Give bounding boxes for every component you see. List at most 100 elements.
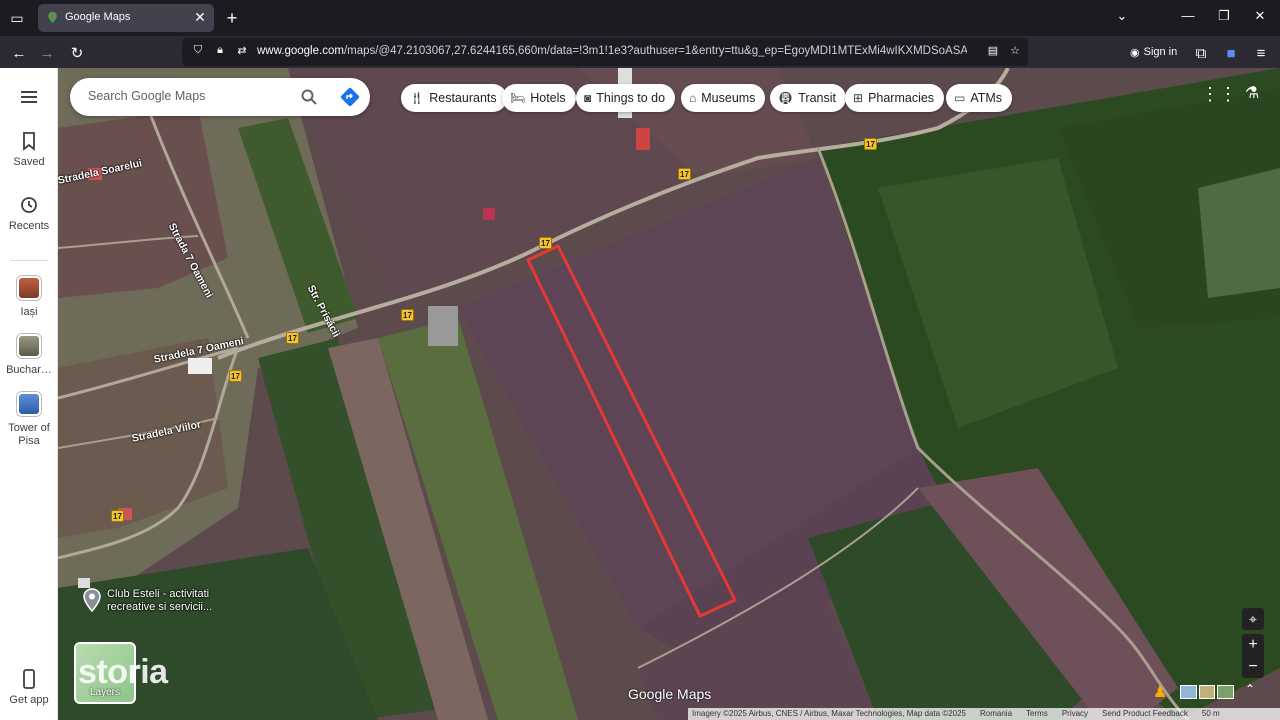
restaurant-icon: 🍴︎ [409, 91, 425, 105]
route-shield: 17 [864, 138, 877, 150]
hamburger-icon [21, 91, 37, 103]
transit-icon: 🚇︎ [778, 91, 794, 105]
sign-in-button[interactable]: ◉ Sign in [1124, 39, 1184, 65]
close-tab-icon[interactable]: ✕ [192, 9, 208, 27]
place-thumbnail [17, 392, 41, 416]
scale-label[interactable]: 50 m [1202, 708, 1220, 720]
sign-in-label: Sign in [1143, 46, 1178, 58]
zoom-out-button[interactable]: − [1242, 656, 1264, 678]
menu-button[interactable] [0, 86, 58, 112]
my-location-icon[interactable]: ⌖ [1242, 608, 1264, 630]
place-thumbnail [17, 276, 41, 300]
feedback-link[interactable]: Send Product Feedback [1102, 708, 1188, 720]
chip-label: Transit [798, 91, 836, 105]
get-app-button[interactable]: Get app [0, 668, 58, 706]
url-text[interactable]: www.google.com/maps/@47.2103067,27.62441… [257, 45, 967, 57]
close-window-icon[interactable]: ✕ [1250, 8, 1270, 28]
satellite-map[interactable]: 17 17 17 17 17 17 17 Stradela Soarelui S… [58, 68, 1280, 720]
attribution-bar: Imagery ©2025 Airbus, CNES / Airbus, Max… [688, 708, 1280, 720]
recent-place-label: Tower of Pisa [8, 422, 50, 447]
layer-thumb[interactable] [1198, 685, 1216, 699]
chip-pharmacies[interactable]: ⊞ Pharmacies [845, 84, 945, 112]
zoom-in-button[interactable]: + [1242, 634, 1264, 656]
chip-transit[interactable]: 🚇︎ Transit [770, 84, 846, 112]
tab-title: Google Maps [65, 11, 131, 23]
terms-link[interactable]: Terms [1026, 708, 1048, 720]
app-menu-icon[interactable]: ≡ [1250, 42, 1272, 64]
url-bar[interactable]: ⛉ 🔒︎ ⇄ www.google.com/maps/@47.2103067,2… [182, 38, 1028, 66]
shield-icon[interactable]: ⛉ [191, 44, 205, 60]
saved-label: Saved [13, 156, 45, 168]
country-link[interactable]: Romania [980, 708, 1012, 720]
route-shield: 17 [111, 510, 124, 522]
maps-sidebar: Saved Recents Iași Buchar… Tower of Pisa… [0, 68, 58, 720]
chip-label: ATMs [970, 91, 1003, 105]
navigation-bar: ← → ↻ ⛉ 🔒︎ ⇄ www.google.com/maps/@47.210… [0, 36, 1280, 68]
bookmark-icon [23, 132, 35, 151]
search-box [70, 78, 370, 116]
recent-place-tower-of-pisa[interactable]: Tower of Pisa [0, 392, 58, 448]
poi-label[interactable]: Club Esteli - activitati recreative si s… [107, 588, 217, 614]
google-maps-favicon-icon [48, 11, 57, 24]
divider [10, 260, 48, 261]
pharmacy-icon: ⊞ [853, 91, 864, 105]
maximize-icon[interactable]: ❐ [1214, 8, 1234, 28]
layer-thumb[interactable] [1217, 685, 1235, 699]
place-thumbnail [17, 334, 41, 358]
directions-icon[interactable] [340, 87, 360, 107]
new-tab-icon[interactable]: + [221, 7, 243, 29]
recent-place-label: Iași [20, 306, 38, 318]
recents-button[interactable]: Recents [0, 194, 58, 232]
chip-label: Hotels [530, 91, 566, 105]
layer-thumb[interactable] [1180, 685, 1197, 699]
chip-things-to-do[interactable]: ◙ Things to do [576, 84, 676, 112]
recent-place-label: Buchar… [6, 364, 52, 376]
permissions-icon[interactable]: ⇄ [235, 44, 249, 60]
tab-google-maps[interactable]: Google Maps ✕ [38, 4, 214, 32]
labs-icon[interactable]: ⚗ [1241, 83, 1263, 107]
forward-icon[interactable]: → [36, 42, 58, 64]
chip-restaurants[interactable]: 🍴︎ Restaurants [401, 84, 507, 112]
back-icon[interactable]: ← [8, 42, 30, 64]
chip-atms[interactable]: ▭ ATMs [946, 84, 1013, 112]
tab-bar: ▭ Google Maps ✕ + ⌄ — ❐ ✕ [0, 0, 1280, 36]
reader-view-icon[interactable]: ▤ [986, 44, 1000, 60]
museum-icon: ⌂ [689, 91, 697, 105]
route-shield: 17 [401, 309, 414, 321]
chip-label: Pharmacies [868, 91, 935, 105]
google-maps-logo: Google Maps [628, 686, 712, 702]
route-shield: 17 [539, 237, 552, 249]
minimize-icon[interactable]: — [1178, 8, 1198, 28]
pegman-icon[interactable]: ♟ [1152, 682, 1168, 704]
attribution-text: Imagery ©2025 Airbus, CNES / Airbus, Max… [692, 709, 967, 718]
tab-list-icon[interactable]: ▭ [6, 7, 28, 29]
zoom-control: + − [1242, 634, 1264, 678]
chip-museums[interactable]: ⌂ Museums [681, 84, 766, 112]
recents-label: Recents [8, 220, 50, 232]
recent-place-iasi[interactable]: Iași [0, 276, 58, 318]
camera-icon: ◙ [584, 91, 592, 105]
route-shield: 17 [229, 370, 242, 382]
saved-button[interactable]: Saved [0, 130, 58, 168]
chip-label: Restaurants [429, 91, 497, 105]
privacy-link[interactable]: Privacy [1062, 708, 1088, 720]
google-apps-icon[interactable]: ⋮⋮ [1201, 84, 1237, 106]
extensions-icon[interactable]: ⧉ [1190, 42, 1212, 64]
route-shield: 17 [678, 168, 691, 180]
atm-icon: ▭ [954, 91, 966, 105]
history-icon [21, 197, 37, 213]
recent-place-bucharest[interactable]: Buchar… [0, 334, 58, 376]
chip-label: Museums [701, 91, 756, 105]
reload-icon[interactable]: ↻ [66, 42, 88, 64]
chip-hotels[interactable]: 🛏︎ Hotels [502, 84, 576, 112]
expand-icon[interactable]: ⌃ [1242, 682, 1258, 698]
lock-icon[interactable]: 🔒︎ [213, 44, 227, 60]
chevron-down-icon[interactable]: ⌄ [1112, 8, 1132, 28]
extension-shield-icon[interactable]: ■ [1220, 42, 1242, 64]
url-host: www.google.com [257, 45, 344, 57]
bookmark-star-icon[interactable]: ☆ [1008, 44, 1022, 60]
place-pin-icon[interactable] [82, 588, 102, 612]
search-input[interactable] [88, 89, 288, 103]
layer-thumbnails[interactable] [1180, 685, 1235, 699]
search-icon[interactable] [300, 88, 318, 106]
